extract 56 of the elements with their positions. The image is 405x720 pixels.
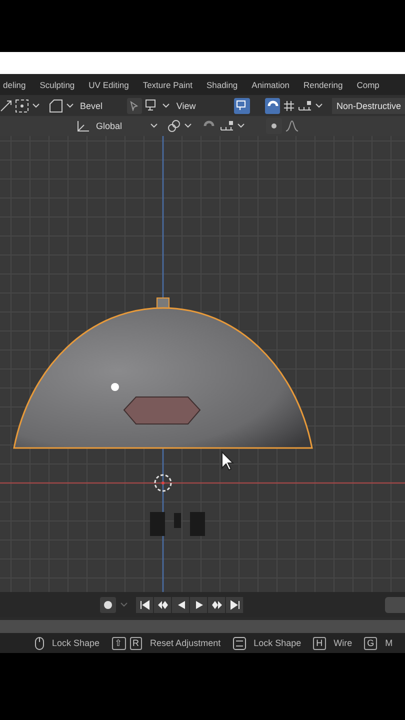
next-key-button[interactable] [208,596,226,612]
play-button[interactable] [190,596,208,612]
tab-key-icon [232,636,246,650]
orientation-dropdown[interactable]: Global [93,121,126,131]
select-box-icon[interactable] [15,98,29,112]
workspace-tab[interactable]: UV Editing [82,80,136,90]
key-cap: H [313,636,326,650]
workspace-tab[interactable]: Animation [244,80,296,90]
play-reverse-button[interactable] [172,596,190,612]
status-label: Lock Shape [254,638,302,648]
key-cap: G [364,636,378,650]
status-label: M [385,638,393,648]
status-label: Lock Shape [52,638,100,648]
status-label: Wire [334,638,352,648]
dot-icon [271,123,278,129]
status-label: Reset Adjustment [150,638,221,648]
cursor-tool-button[interactable] [126,98,142,114]
axes-icon[interactable] [76,120,90,132]
mouse-pointer-icon [222,450,234,471]
vertex-dot-icon [111,383,119,391]
workspace-tab[interactable]: Rendering [296,80,350,90]
3d-cursor-icon [154,474,172,492]
key-cap: R [130,636,142,650]
jump-start-button[interactable] [136,596,154,612]
mode-dropdown[interactable]: Non-Destructive [332,98,405,114]
jump-end-button[interactable] [226,596,244,612]
dot-icon [103,600,113,610]
workspace-tab[interactable]: deling [0,80,33,90]
overlay-icon [236,100,248,111]
increment-icon[interactable] [220,121,234,131]
workspace-tab[interactable]: Sculpting [32,80,82,90]
jump-start-icon [138,600,150,610]
workspace-tab[interactable]: Shading [199,80,245,90]
magnet-toggle[interactable] [264,98,280,114]
link-icon[interactable] [167,119,182,133]
scale-icon[interactable] [0,100,12,112]
frame-field[interactable] [385,596,405,612]
mouse-icon [35,636,44,650]
grid-icon[interactable] [283,100,296,112]
operator-label: Bevel [79,100,104,110]
workspace-tab[interactable]: Comp [350,80,386,90]
falloff-curve-icon[interactable] [285,120,300,132]
overlay-toggle[interactable] [234,98,250,114]
key-cap: ⇧ [112,636,126,650]
falloff-dot-button[interactable] [266,118,282,134]
next-key-icon [210,600,222,610]
jump-end-icon [228,600,240,610]
view-menu[interactable]: View [173,100,199,110]
workspace-tab[interactable]: Texture Paint [136,80,200,90]
keyframe-button[interactable] [100,596,116,612]
bevel-icon[interactable] [49,98,63,112]
cursor-icon [129,100,140,110]
prev-key-icon [156,600,168,610]
prev-key-button[interactable] [154,596,172,612]
camera-object-drawing [150,512,205,536]
increment-icon[interactable] [298,100,312,110]
